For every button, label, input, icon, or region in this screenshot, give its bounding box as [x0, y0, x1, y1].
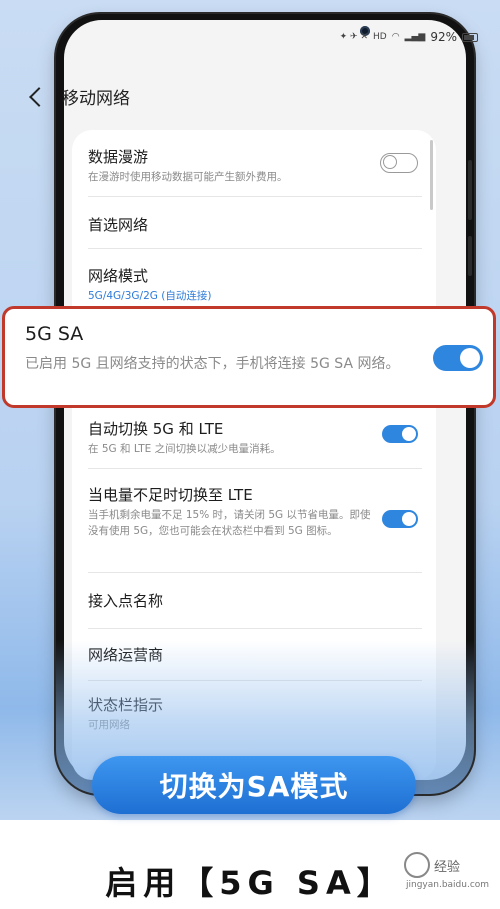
divider — [88, 680, 422, 681]
switch-to-sa-button[interactable]: 切换为SA模式 — [92, 756, 416, 814]
back-arrow-icon[interactable] — [29, 86, 49, 107]
setting-title: 数据漫游 — [88, 148, 149, 166]
battery-percent: 92% — [430, 30, 457, 44]
setting-subtitle: 在 5G 和 LTE 之间切换以减少电量消耗。 — [88, 443, 281, 455]
scrollbar[interactable] — [430, 140, 433, 210]
setting-subtitle: 已启用 5G 且网络支持的状态下，手机将连接 5G SA 网络。 — [25, 356, 400, 372]
setting-network-mode[interactable]: 网络模式 5G/4G/3G/2G (自动连接) — [88, 265, 418, 304]
setting-title: 接入点名称 — [88, 592, 164, 610]
watermark: 经验 jingyan.baidu.com — [404, 850, 496, 894]
setting-5g-sa-highlight[interactable]: 5G SA 已启用 5G 且网络支持的状态下，手机将连接 5G SA 网络。 — [2, 306, 496, 408]
setting-title: 首选网络 — [88, 216, 149, 234]
setting-value: 5G/4G/3G/2G (自动连接) — [88, 290, 212, 302]
setting-apn[interactable]: 接入点名称 — [88, 590, 418, 611]
divider — [88, 248, 422, 249]
baidu-paw-icon — [404, 852, 430, 878]
data-roaming-toggle[interactable] — [380, 153, 418, 173]
toggle-knob — [460, 348, 480, 368]
divider — [88, 628, 422, 629]
app-header: 移动网络 — [28, 84, 130, 109]
signal-icon: ▂▄▆ — [404, 32, 426, 42]
status-bar: ✦ ✈ ✕ HD ◠ ▂▄▆ 92% — [340, 30, 478, 44]
setting-network-operators[interactable]: 网络运营商 — [88, 644, 418, 665]
setting-title: 5G SA — [25, 323, 84, 345]
low-battery-switch-toggle[interactable] — [382, 510, 418, 528]
toggle-knob — [383, 155, 397, 169]
setting-low-battery-switch[interactable]: 当电量不足时切换至 LTE 当手机剩余电量不足 15% 时，请关闭 5G 以节省… — [88, 484, 378, 539]
watermark-text: 经验 — [434, 860, 461, 875]
auto-switch-toggle[interactable] — [382, 425, 418, 443]
setting-subtitle: 可用网络 — [88, 719, 130, 731]
setting-status-indicator[interactable]: 状态栏指示 可用网络 — [88, 694, 418, 733]
watermark-url: jingyan.baidu.com — [406, 880, 490, 890]
hd-icon: HD — [373, 32, 387, 42]
battery-icon — [462, 32, 478, 42]
setting-title: 网络模式 — [88, 267, 149, 285]
setting-title: 状态栏指示 — [88, 696, 164, 714]
setting-preferred-network[interactable]: 首选网络 — [88, 214, 418, 235]
notification-icons: ✦ ✈ ✕ — [339, 32, 368, 42]
setting-title: 自动切换 5G 和 LTE — [88, 420, 224, 438]
divider — [88, 572, 422, 573]
divider — [88, 196, 422, 197]
volume-button — [468, 160, 472, 220]
setting-title: 网络运营商 — [88, 646, 164, 664]
setting-data-roaming[interactable]: 数据漫游 在漫游时使用移动数据可能产生额外费用。 — [88, 146, 418, 185]
setting-auto-switch[interactable]: 自动切换 5G 和 LTE 在 5G 和 LTE 之间切换以减少电量消耗。 — [88, 418, 418, 457]
setting-title: 当电量不足时切换至 LTE — [88, 486, 253, 504]
wifi-icon: ◠ — [391, 32, 400, 42]
setting-subtitle: 在漫游时使用移动数据可能产生额外费用。 — [88, 171, 288, 183]
setting-subtitle: 当手机剩余电量不足 15% 时，请关闭 5G 以节省电量。即使没有使用 5G，您… — [88, 509, 371, 537]
toggle-knob — [402, 512, 416, 526]
power-button — [468, 236, 472, 276]
5g-sa-toggle[interactable] — [433, 345, 483, 371]
divider — [88, 468, 422, 469]
page-title: 移动网络 — [62, 89, 130, 109]
toggle-knob — [402, 427, 416, 441]
